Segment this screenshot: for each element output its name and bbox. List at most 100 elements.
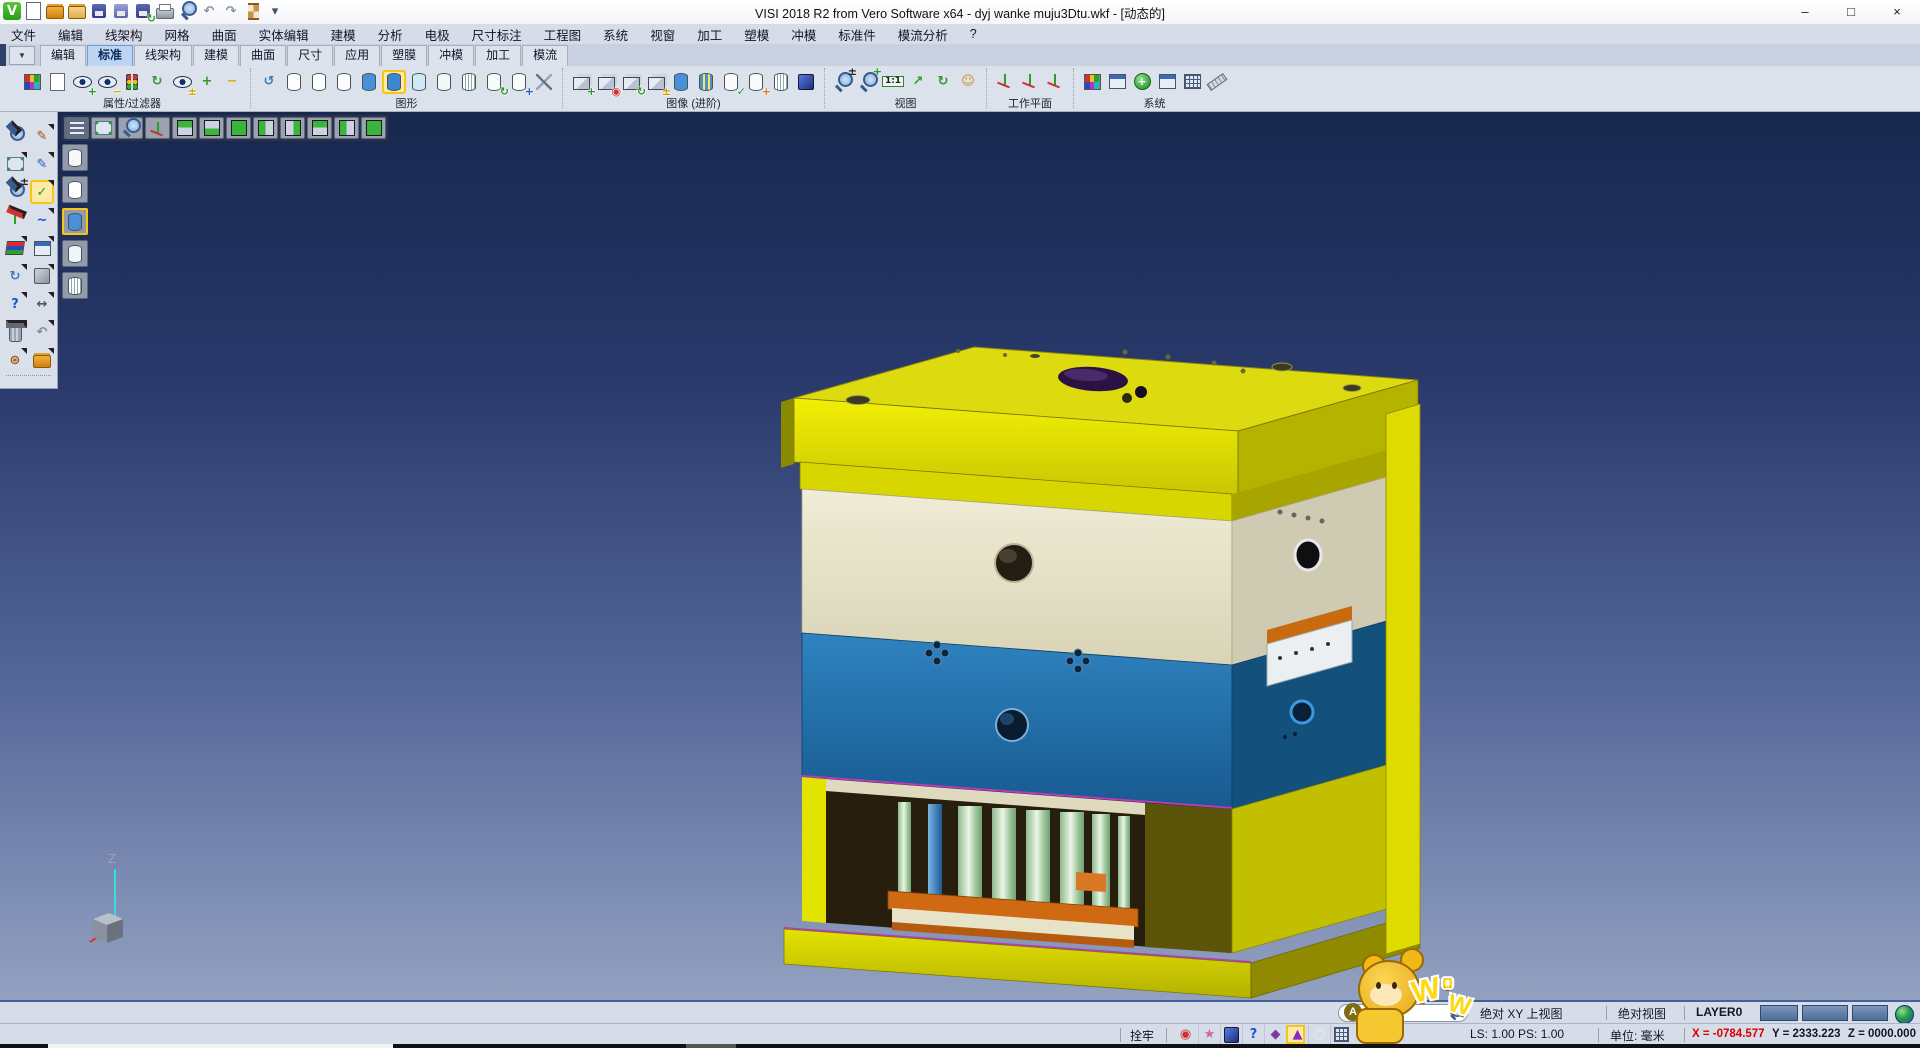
attributes-window-icon[interactable]: [1105, 70, 1129, 94]
save-all-icon[interactable]: ↻: [133, 1, 153, 21]
menu-item-5[interactable]: 实体编辑: [248, 25, 320, 44]
view-left-icon[interactable]: [307, 117, 332, 139]
menu-item-12[interactable]: 视窗: [639, 25, 686, 44]
undo-view-icon[interactable]: ↶: [30, 320, 54, 344]
snap-solid-icon[interactable]: ▲: [1286, 1025, 1305, 1044]
mold-side-plate[interactable]: [1386, 404, 1420, 954]
absolute-view-label[interactable]: 绝对视图: [1618, 1005, 1666, 1022]
spline-edit-icon[interactable]: ~: [30, 208, 54, 232]
quickbar-more-icon[interactable]: ▾: [265, 1, 285, 21]
viewport-frame-icon[interactable]: [91, 117, 116, 139]
erase-edit-icon[interactable]: ✎: [30, 124, 54, 148]
menu-item-2[interactable]: 线架构: [94, 25, 154, 44]
menu-item-6[interactable]: 建模: [320, 25, 367, 44]
menu-item-4[interactable]: 曲面: [201, 25, 248, 44]
solids-select-add-icon[interactable]: +: [569, 70, 593, 94]
panel-handle[interactable]: [6, 375, 51, 382]
visi-logo[interactable]: V: [3, 2, 21, 20]
menu-item-7[interactable]: 分析: [367, 25, 414, 44]
flat-cylinder-icon[interactable]: [432, 70, 456, 94]
view-bottom-icon[interactable]: [199, 117, 224, 139]
navigator-helm-icon[interactable]: ⊛: [3, 348, 27, 372]
search-icon[interactable]: [1447, 1005, 1463, 1021]
grid-view-icon[interactable]: [30, 236, 54, 260]
scale-indicator[interactable]: LS: 1.00 PS: 1.00: [1470, 1027, 1564, 1041]
tab-0[interactable]: 编辑: [40, 45, 86, 66]
system-config-icon[interactable]: +: [1130, 70, 1154, 94]
undo-icon[interactable]: ↶: [199, 1, 219, 21]
zoom-window-icon[interactable]: ±: [831, 70, 855, 94]
maximize-button[interactable]: □: [1828, 0, 1874, 23]
shaded-cylinder-icon[interactable]: [357, 70, 381, 94]
wireframe-cylinder-icon[interactable]: [282, 70, 306, 94]
menu-item-8[interactable]: 电极: [414, 25, 461, 44]
dashed-cylinder-icon[interactable]: [332, 70, 356, 94]
menu-item-16[interactable]: 标准件: [827, 25, 887, 44]
units-indicator[interactable]: 单位: 毫米: [1610, 1027, 1665, 1044]
workplane-axes-icon[interactable]: [3, 208, 27, 232]
layer-color-swatch[interactable]: [1802, 1005, 1848, 1021]
tab-2[interactable]: 线架构: [134, 45, 192, 66]
curve-edit-icon[interactable]: ✎: [30, 152, 54, 176]
display-hatched-icon[interactable]: [62, 272, 88, 299]
frame-select-icon[interactable]: [3, 152, 27, 176]
print-icon[interactable]: [155, 1, 175, 21]
tab-1[interactable]: 标准: [87, 45, 133, 66]
new-file-icon[interactable]: [23, 1, 43, 21]
color-table-icon[interactable]: [1080, 70, 1104, 94]
solids-filter-icon[interactable]: ◉: [594, 70, 618, 94]
display-wire-icon[interactable]: [62, 144, 88, 171]
regen-cylinder-icon[interactable]: ↻: [482, 70, 506, 94]
hatched-cylinder-icon[interactable]: [457, 70, 481, 94]
graphics-regen-icon[interactable]: ↺: [257, 70, 281, 94]
tab-6[interactable]: 应用: [334, 45, 380, 66]
snap-record-icon[interactable]: ◉: [1176, 1025, 1195, 1044]
trash-icon[interactable]: [3, 320, 27, 344]
zoom-dynamic-icon[interactable]: ±: [3, 180, 27, 204]
print-preview-icon[interactable]: [177, 1, 197, 21]
menu-item-10[interactable]: 工程图: [533, 25, 593, 44]
measure-ruler-icon[interactable]: [1205, 70, 1229, 94]
page-visibility-icon[interactable]: [45, 70, 69, 94]
measure-distance-icon[interactable]: ↔: [30, 292, 54, 316]
menu-item-1[interactable]: 编辑: [47, 25, 94, 44]
view-direction-icon[interactable]: ↗: [906, 70, 930, 94]
display-flat-icon[interactable]: [62, 240, 88, 267]
save-as-icon[interactable]: [111, 1, 131, 21]
insert-file-icon[interactable]: [67, 1, 87, 21]
snap-help-icon[interactable]: ?: [1242, 1025, 1261, 1044]
zoom-extents-icon[interactable]: +: [856, 70, 880, 94]
view-right-icon[interactable]: [334, 117, 359, 139]
close-button[interactable]: ×: [1874, 0, 1920, 23]
solids-regen-icon[interactable]: ↻: [619, 70, 643, 94]
view-rotate-icon[interactable]: ↻: [931, 70, 955, 94]
view-mode-label[interactable]: 绝对 XY 上视图: [1480, 1005, 1562, 1022]
history-icon[interactable]: [243, 1, 263, 21]
menu-item-3[interactable]: 网格: [154, 25, 201, 44]
view-axon-icon[interactable]: [361, 117, 386, 139]
viewport-menu-icon[interactable]: [64, 117, 89, 139]
snap-package-icon[interactable]: ◆: [1264, 1025, 1283, 1044]
snap-lamp-icon[interactable]: ○: [1308, 1025, 1327, 1044]
layer-indicator[interactable]: LAYER0: [1696, 1005, 1742, 1019]
minimize-button[interactable]: –: [1782, 0, 1828, 23]
attribute-books-icon[interactable]: [3, 236, 27, 260]
hidden-line-cylinder-icon[interactable]: [307, 70, 331, 94]
menu-item-14[interactable]: 塑模: [733, 25, 780, 44]
window-grid-icon[interactable]: [1330, 1025, 1349, 1044]
save-icon[interactable]: [89, 1, 109, 21]
menu-item-18[interactable]: ?: [959, 27, 988, 41]
solids-toggle-icon[interactable]: ±: [644, 70, 668, 94]
ime-badge[interactable]: A: [1344, 1003, 1362, 1021]
menu-item-0[interactable]: 文件: [0, 25, 47, 44]
mold-3d-model[interactable]: [0, 112, 1920, 1000]
snap-box-icon[interactable]: [1220, 1025, 1239, 1044]
tab-7[interactable]: 塑膜: [381, 45, 427, 66]
menu-item-9[interactable]: 尺寸标注: [461, 25, 533, 44]
tab-5[interactable]: 尺寸: [287, 45, 333, 66]
show-hide-toggle-icon[interactable]: ±: [170, 70, 194, 94]
toolbar-dropdown-button[interactable]: ▼: [9, 46, 35, 65]
layer-color-swatch[interactable]: [1760, 1005, 1798, 1021]
filter-traffic-light-icon[interactable]: [120, 70, 144, 94]
copy-view-cylinder-icon[interactable]: +: [507, 70, 531, 94]
